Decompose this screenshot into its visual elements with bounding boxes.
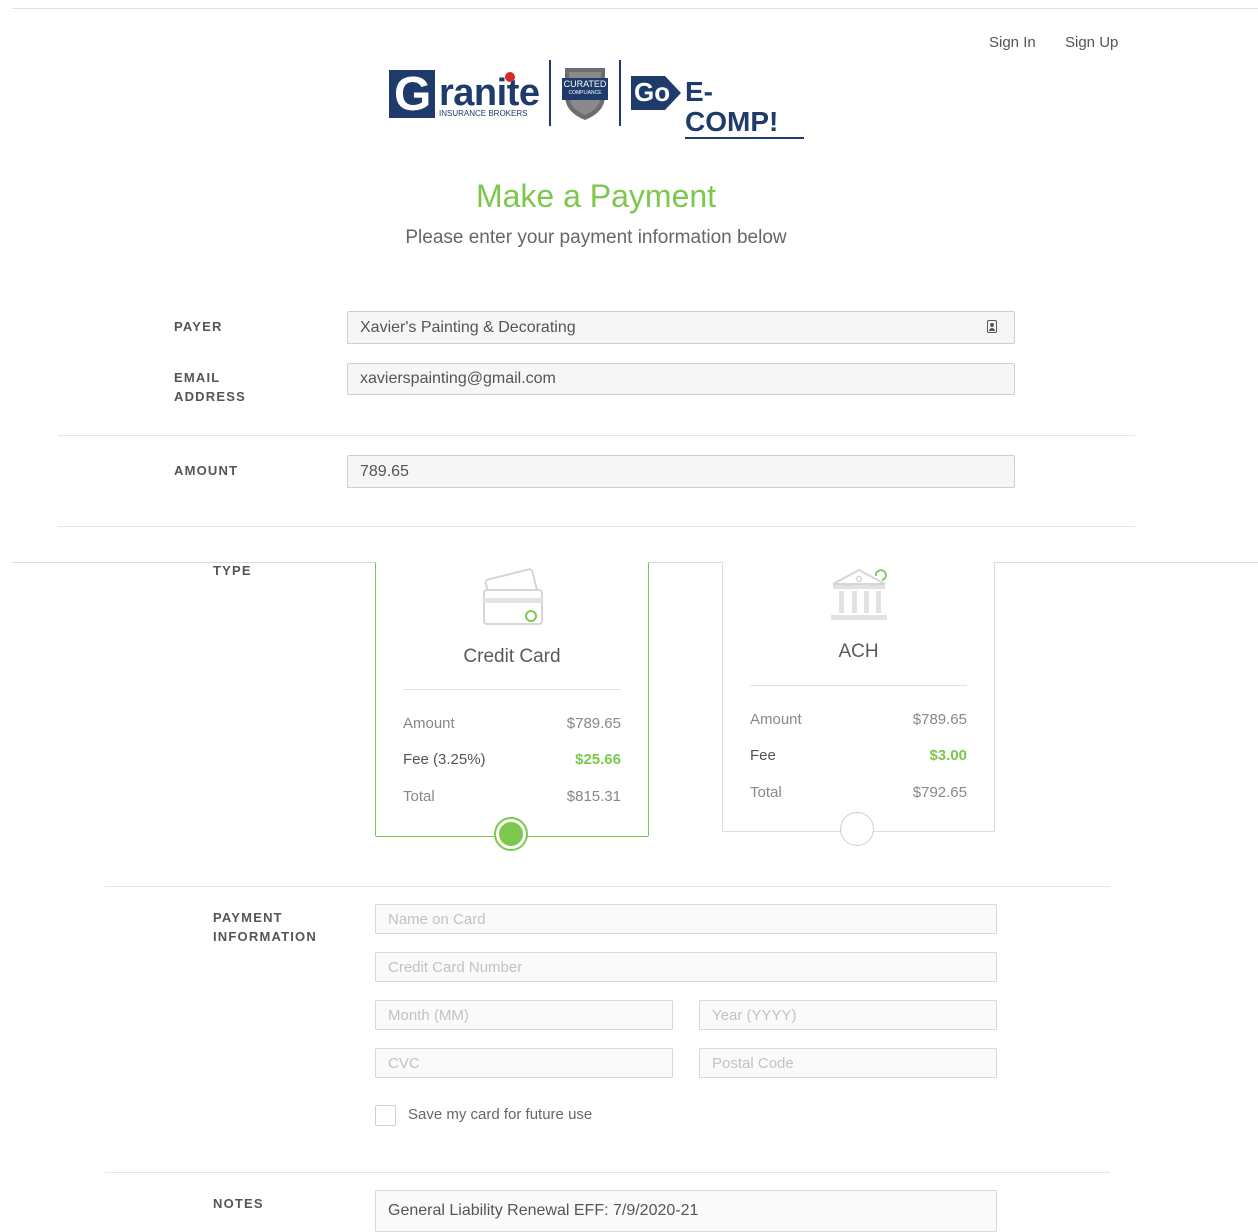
- granite-g-letter: G: [394, 68, 432, 121]
- ach-amount-value: $789.65: [912, 711, 967, 728]
- credit-card-option[interactable]: Credit Card Amount $789.65 Fee (3.25%) $…: [375, 562, 649, 837]
- name-on-card-input[interactable]: [375, 904, 997, 934]
- logo-divider-2: [619, 60, 621, 126]
- payer-input[interactable]: [347, 311, 1015, 344]
- go-text: Go: [634, 77, 671, 107]
- granite-g-block: G: [389, 68, 435, 121]
- page-subtitle: Please enter your payment information be…: [405, 227, 787, 248]
- credit-card-icon: [480, 568, 546, 628]
- curated-shield-icon: CURATED COMPLIANCE: [562, 66, 608, 122]
- curated-text: CURATED: [563, 79, 607, 89]
- bank-icon: [827, 564, 893, 624]
- payment-info-label: PAYMENT INFORMATION: [213, 908, 317, 946]
- expiry-year-input[interactable]: [699, 1000, 997, 1030]
- payment-info-label-line1: PAYMENT: [213, 910, 283, 925]
- ach-amount-label: Amount: [750, 711, 802, 728]
- section-divider-4: [105, 1172, 1110, 1173]
- ach-separator: [750, 685, 967, 686]
- section-divider-2: [58, 526, 1135, 527]
- ach-total-label: Total: [750, 784, 782, 801]
- contact-card-icon[interactable]: [987, 320, 997, 333]
- section-divider-1: [58, 435, 1135, 436]
- email-label: EMAIL ADDRESS: [174, 368, 246, 406]
- ach-fee-label: Fee: [750, 747, 776, 764]
- granite-dot-icon: [505, 72, 515, 82]
- page-title: Make a Payment: [475, 178, 717, 214]
- notes-input[interactable]: [375, 1190, 997, 1232]
- amount-label: AMOUNT: [174, 463, 239, 478]
- ach-radio[interactable]: [840, 812, 874, 846]
- ach-option[interactable]: ACH Amount $789.65 Fee $3.00 Total $792.…: [722, 562, 995, 832]
- notes-label: NOTES: [213, 1196, 264, 1211]
- cc-amount-value: $789.65: [566, 715, 621, 732]
- logo-divider-1: [549, 60, 551, 126]
- ach-total-value: $792.65: [912, 784, 967, 801]
- card-number-input[interactable]: [375, 952, 997, 982]
- email-input[interactable]: [347, 363, 1015, 395]
- ach-title: ACH: [838, 641, 879, 662]
- cc-fee-label: Fee (3.25%): [403, 751, 486, 768]
- expiry-month-input[interactable]: [375, 1000, 673, 1030]
- postal-code-input[interactable]: [699, 1048, 997, 1078]
- email-label-line2: ADDRESS: [174, 389, 246, 404]
- save-card-label[interactable]: Save my card for future use: [408, 1106, 592, 1123]
- top-divider: [12, 8, 1258, 9]
- payer-label: PAYER: [174, 319, 223, 334]
- ecomp-wordmark: E-COMP!: [685, 77, 804, 139]
- email-label-line1: EMAIL: [174, 370, 221, 385]
- amount-input[interactable]: [347, 455, 1015, 488]
- ach-fee-value: $3.00: [929, 747, 967, 764]
- sign-up-link[interactable]: Sign Up: [1065, 34, 1118, 51]
- cc-amount-label: Amount: [403, 715, 455, 732]
- go-arrow-icon: Go: [631, 74, 683, 112]
- cc-total-value: $815.31: [566, 788, 621, 805]
- cc-total-label: Total: [403, 788, 435, 805]
- sign-in-link[interactable]: Sign In: [989, 34, 1036, 51]
- credit-card-separator: [403, 689, 621, 690]
- type-label: TYPE: [213, 563, 252, 578]
- section-divider-3: [105, 886, 1110, 887]
- save-card-checkbox[interactable]: [375, 1105, 396, 1126]
- compliance-text: COMPLIANCE: [568, 90, 602, 96]
- credit-card-radio[interactable]: [494, 817, 528, 851]
- granite-subtitle: INSURANCE BROKERS: [439, 109, 528, 118]
- brand-logos: G ranite INSURANCE BROKERS CURATED COMPL…: [389, 60, 804, 139]
- cc-fee-value: $25.66: [575, 751, 621, 768]
- payment-info-label-line2: INFORMATION: [213, 929, 317, 944]
- cvc-input[interactable]: [375, 1048, 673, 1078]
- credit-card-title: Credit Card: [463, 646, 561, 667]
